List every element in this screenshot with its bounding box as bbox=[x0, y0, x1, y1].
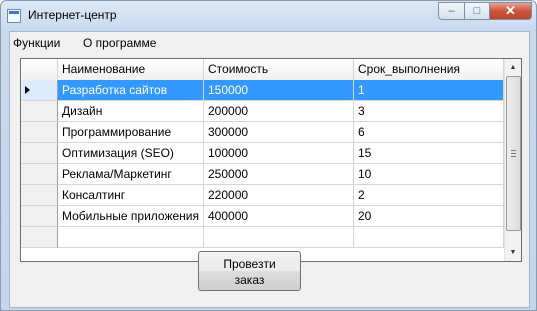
table-row[interactable]: Консалтинг 220000 2 bbox=[21, 185, 504, 206]
column-header-name[interactable]: Наименование bbox=[58, 59, 204, 80]
scroll-thumb[interactable] bbox=[506, 76, 521, 231]
column-header-duration[interactable]: Срок_выполнения bbox=[354, 59, 504, 80]
chevron-down-icon: ▼ bbox=[509, 249, 517, 256]
triangle-right-icon bbox=[25, 86, 30, 94]
table-row[interactable]: Реклама/Маркетинг 250000 10 bbox=[21, 164, 504, 185]
row-header[interactable] bbox=[21, 101, 58, 122]
table-row[interactable] bbox=[21, 227, 504, 248]
app-icon bbox=[7, 9, 21, 23]
table-row[interactable]: Мобильные приложения 400000 20 bbox=[21, 206, 504, 227]
cell-cost[interactable]: 300000 bbox=[204, 122, 354, 143]
column-header-cost[interactable]: Стоимость bbox=[204, 59, 354, 80]
row-header[interactable] bbox=[21, 185, 58, 206]
header-corner bbox=[21, 59, 58, 80]
cell-cost[interactable] bbox=[204, 227, 354, 248]
scroll-up-button[interactable]: ▲ bbox=[505, 59, 521, 76]
window-title: Интернет-центр bbox=[28, 8, 117, 22]
cell-name[interactable]: Реклама/Маркетинг bbox=[58, 164, 204, 185]
grip-icon bbox=[511, 150, 516, 157]
client-area: Функции О программе Наименование Стоимос… bbox=[9, 31, 530, 308]
cell-duration[interactable]: 2 bbox=[354, 185, 504, 206]
cell-name[interactable]: Консалтинг bbox=[58, 185, 204, 206]
cell-name[interactable]: Оптимизация (SEO) bbox=[58, 143, 204, 164]
place-order-button[interactable]: Провезти заказ bbox=[198, 251, 301, 291]
cell-name[interactable]: Дизайн bbox=[58, 101, 204, 122]
cell-duration[interactable]: 20 bbox=[354, 206, 504, 227]
cell-duration[interactable]: 15 bbox=[354, 143, 504, 164]
table-row[interactable]: Оптимизация (SEO) 100000 15 bbox=[21, 143, 504, 164]
row-header[interactable] bbox=[21, 164, 58, 185]
cell-duration[interactable]: 3 bbox=[354, 101, 504, 122]
app-window: Интернет-центр – □ ✕ Функции О программе… bbox=[0, 0, 537, 311]
services-grid[interactable]: Наименование Стоимость Срок_выполнения Р… bbox=[20, 58, 522, 262]
table-row[interactable]: Дизайн 200000 3 bbox=[21, 101, 504, 122]
cell-duration[interactable]: 6 bbox=[354, 122, 504, 143]
cell-duration[interactable]: 10 bbox=[354, 164, 504, 185]
row-header[interactable] bbox=[21, 227, 58, 248]
cell-name[interactable]: Мобильные приложения bbox=[58, 206, 204, 227]
close-button[interactable]: ✕ bbox=[489, 2, 532, 20]
row-header[interactable] bbox=[21, 206, 58, 227]
cell-cost[interactable]: 150000 bbox=[204, 80, 354, 101]
menu-item-functions[interactable]: Функции bbox=[13, 36, 60, 50]
menu-item-about[interactable]: О программе bbox=[83, 36, 156, 50]
cell-cost[interactable]: 220000 bbox=[204, 185, 354, 206]
maximize-button[interactable]: □ bbox=[464, 2, 490, 20]
cell-duration[interactable]: 1 bbox=[354, 80, 504, 101]
cell-name[interactable]: Программирование bbox=[58, 122, 204, 143]
table-row[interactable]: Разработка сайтов 150000 1 bbox=[21, 80, 504, 101]
menu-bar: Функции О программе bbox=[10, 32, 529, 54]
cell-cost[interactable]: 250000 bbox=[204, 164, 354, 185]
cell-cost[interactable]: 100000 bbox=[204, 143, 354, 164]
row-header[interactable] bbox=[21, 143, 58, 164]
cell-name[interactable] bbox=[58, 227, 204, 248]
vertical-scrollbar[interactable]: ▲ ▼ bbox=[504, 59, 521, 261]
place-order-label-line1: Провезти bbox=[223, 257, 276, 271]
grid-header: Наименование Стоимость Срок_выполнения bbox=[21, 59, 504, 81]
cell-name[interactable]: Разработка сайтов bbox=[58, 80, 204, 101]
cell-duration[interactable] bbox=[354, 227, 504, 248]
scroll-down-button[interactable]: ▼ bbox=[505, 244, 521, 261]
title-bar[interactable]: Интернет-центр – □ ✕ bbox=[1, 1, 536, 31]
chevron-up-icon: ▲ bbox=[509, 64, 517, 71]
cell-cost[interactable]: 400000 bbox=[204, 206, 354, 227]
cell-cost[interactable]: 200000 bbox=[204, 101, 354, 122]
row-header[interactable] bbox=[21, 80, 58, 101]
row-header[interactable] bbox=[21, 122, 58, 143]
place-order-label-line2: заказ bbox=[234, 273, 265, 287]
table-row[interactable]: Программирование 300000 6 bbox=[21, 122, 504, 143]
minimize-button[interactable]: – bbox=[438, 2, 465, 20]
